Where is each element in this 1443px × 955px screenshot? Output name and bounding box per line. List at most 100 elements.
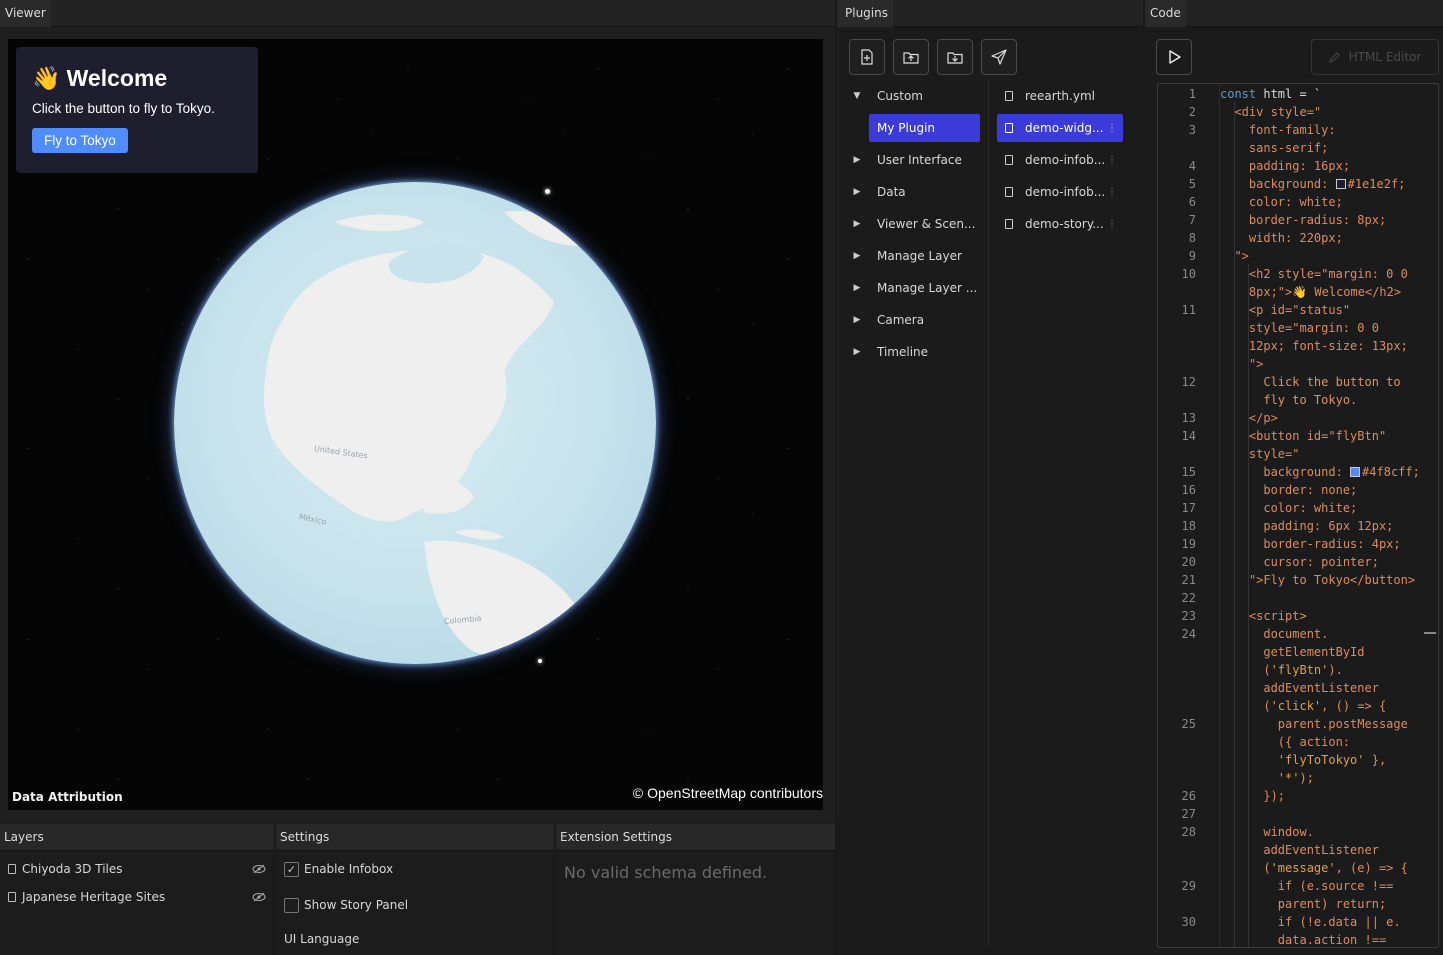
file-name: demo-story... [1025, 217, 1104, 231]
tab-viewer[interactable]: Viewer [0, 0, 51, 27]
tab-plugins[interactable]: Plugins [837, 0, 893, 27]
category-timeline[interactable]: ▶ Timeline [849, 336, 989, 368]
setting-show-story-panel[interactable]: Show Story Panel [276, 887, 554, 923]
file-icon [8, 892, 16, 902]
code-token: border: none; [1220, 483, 1358, 497]
tab-settings[interactable]: Settings [276, 824, 334, 851]
code-line: cursor: pointer; [1220, 553, 1379, 571]
collapsed-arrow-icon: ▶ [853, 251, 861, 261]
line-number: 20 [1181, 555, 1196, 569]
line-number [1158, 679, 1196, 697]
file-item[interactable]: demo-story... ⋮ [997, 208, 1131, 240]
layer-item[interactable]: Chiyoda 3D Tiles [0, 855, 274, 883]
tab-extension-settings[interactable]: Extension Settings [556, 824, 677, 851]
code-token: <button id="flyBtn" [1220, 429, 1387, 443]
kebab-menu-icon[interactable]: ⋮ [1107, 123, 1117, 134]
line-number: 11 [1181, 303, 1196, 317]
collapsed-arrow-icon: ▶ [853, 283, 861, 293]
viewer-canvas[interactable]: United States México Colombia 👋 Welcome … [8, 39, 823, 810]
code-line: style="margin: 0 0 [1220, 319, 1379, 337]
category-manage-layer[interactable]: ▶ Manage Layer [849, 240, 989, 272]
osm-attribution[interactable]: © OpenStreetMap contributors [633, 785, 823, 801]
code-token: color: white; [1220, 501, 1358, 515]
layer-item[interactable]: Japanese Heritage Sites [0, 883, 274, 911]
line-number: 2 [1188, 105, 1196, 119]
setting-label: Enable Infobox [304, 862, 394, 876]
new-file-button[interactable] [849, 39, 885, 75]
kebab-menu-icon[interactable]: ⋮ [1107, 155, 1117, 166]
code-token: html = ` [1263, 87, 1322, 101]
scrollbar-marker[interactable] [1424, 632, 1436, 634]
run-button[interactable] [1156, 39, 1192, 75]
code-line: getElementById [1220, 643, 1364, 661]
eye-off-icon[interactable] [252, 864, 266, 874]
line-number: 3 [1188, 123, 1196, 137]
file-item[interactable]: demo-infob... ⋮ [997, 176, 1131, 208]
code-token: <p id="status" [1220, 303, 1351, 317]
line-number: 5 [1188, 177, 1196, 191]
welcome-status: Click the button to fly to Tokyo. [32, 101, 215, 116]
html-editor-label: HTML Editor [1348, 50, 1422, 64]
file-item[interactable]: reearth.yml [997, 80, 1131, 112]
file-item[interactable]: demo-infob... ⋮ [997, 144, 1131, 176]
category-user-interface[interactable]: ▶ User Interface [849, 144, 989, 176]
code-token: ">Fly to Tokyo</button> [1220, 573, 1416, 587]
category-camera[interactable]: ▶ Camera [849, 304, 989, 336]
code-line: width: 220px; [1220, 229, 1343, 247]
plugins-divider [988, 80, 989, 946]
code-line: if (e.source !== [1220, 877, 1394, 895]
line-number: 7 [1188, 213, 1196, 227]
code-token: sans-serif; [1220, 141, 1329, 155]
file-item[interactable]: demo-widg... ⋮ [997, 112, 1131, 144]
file-name: demo-infob... [1025, 153, 1106, 167]
code-token: <div style=" [1220, 105, 1322, 119]
code-editor[interactable]: 1 2 3 4 5 6 7 8 9 10 11 12 13 14 15 16 17 18 19 20 21 22 23 24 2… [1157, 83, 1439, 948]
line-number [1158, 661, 1196, 679]
code-line: border: none; [1220, 481, 1357, 499]
category-custom[interactable]: ▼ Custom [849, 80, 989, 112]
code-line: font-family: [1220, 121, 1336, 139]
category-label: Viewer & Scen... [877, 217, 976, 231]
line-number: 14 [1181, 429, 1196, 443]
category-data[interactable]: ▶ Data [849, 176, 989, 208]
kebab-menu-icon[interactable]: ⋮ [1107, 219, 1117, 230]
line-number: 22 [1181, 591, 1196, 605]
upload-icon [903, 52, 919, 64]
eye-off-icon[interactable] [252, 892, 266, 902]
setting-enable-infobox[interactable]: ✓ Enable Infobox [276, 851, 554, 887]
line-number: 23 [1181, 609, 1196, 623]
kebab-menu-icon[interactable]: ⋮ [1107, 187, 1117, 198]
line-number: 10 [1181, 267, 1196, 281]
code-token: background: [1220, 465, 1351, 479]
category-my-plugin[interactable]: My Plugin [869, 112, 989, 144]
upload-button[interactable] [893, 39, 929, 75]
file-icon [8, 864, 16, 874]
send-icon [991, 49, 1007, 65]
code-token: }); [1220, 789, 1286, 803]
html-editor-button[interactable]: HTML Editor [1311, 39, 1439, 75]
line-number [1158, 445, 1196, 463]
welcome-title: 👋 Welcome [32, 63, 242, 93]
extension-settings-tab-bar: Extension Settings [556, 824, 835, 851]
category-manage-layer-2[interactable]: ▶ Manage Layer ... [849, 272, 989, 304]
fly-to-tokyo-button[interactable]: Fly to Tokyo [32, 128, 128, 153]
category-viewer-scene[interactable]: ▶ Viewer & Scen... [849, 208, 989, 240]
publish-button[interactable] [981, 39, 1017, 75]
globe[interactable]: United States México Colombia [174, 182, 656, 664]
tab-code[interactable]: Code [1145, 0, 1186, 27]
enable-infobox-checkbox[interactable]: ✓ [284, 861, 299, 877]
line-number: 26 [1181, 789, 1196, 803]
code-token: if (e.source !== [1220, 879, 1394, 893]
color-swatch-icon[interactable] [1335, 179, 1346, 189]
show-story-panel-checkbox[interactable] [284, 897, 299, 913]
file-icon [1005, 155, 1013, 165]
color-swatch-icon[interactable] [1350, 467, 1361, 477]
collapsed-arrow-icon: ▶ [853, 347, 861, 357]
data-attribution-link[interactable]: Data Attribution [12, 790, 123, 804]
download-button[interactable] [937, 39, 973, 75]
tab-layers[interactable]: Layers [0, 824, 49, 851]
line-number [1158, 139, 1196, 157]
code-line: color: white; [1220, 499, 1357, 517]
layers-tab-bar: Layers [0, 824, 274, 851]
waving-hand-icon: 👋 [32, 65, 61, 91]
